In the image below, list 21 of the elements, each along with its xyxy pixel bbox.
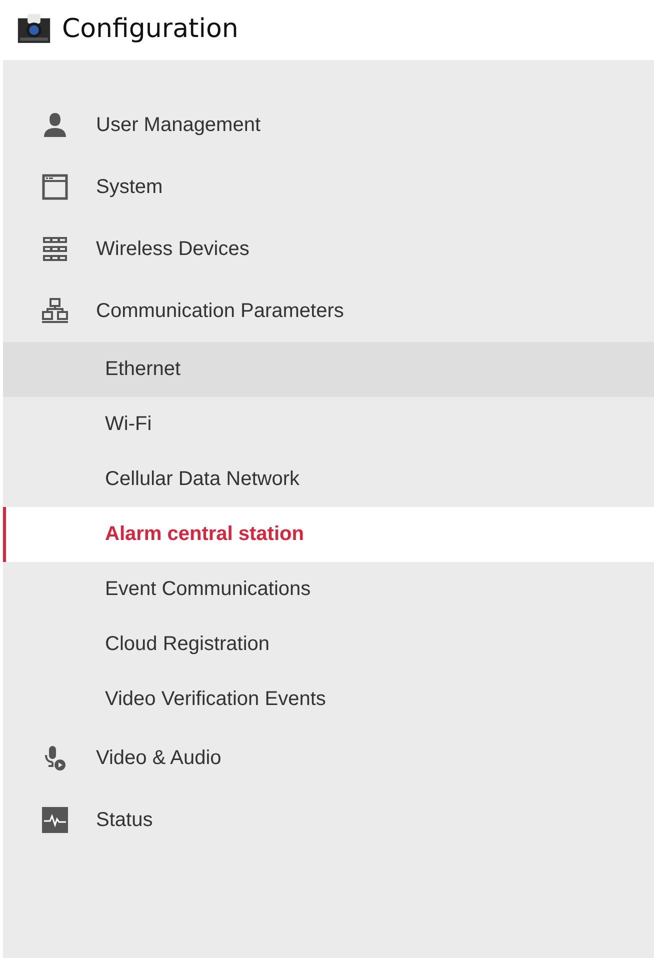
camera-icon — [16, 14, 52, 44]
menu-item[interactable]: Communication Parameters — [3, 280, 654, 342]
grid-icon — [42, 236, 68, 262]
menu-item[interactable]: Video & Audio — [3, 727, 654, 789]
menu-item[interactable]: Wireless Devices — [3, 218, 654, 280]
pulse-icon — [42, 807, 68, 833]
submenu-item[interactable]: Wi-Fi — [3, 397, 654, 452]
user-icon — [42, 112, 68, 138]
submenu-item[interactable]: Cellular Data Network — [3, 452, 654, 507]
microphone-icon — [42, 745, 68, 771]
submenu-item[interactable]: Ethernet — [3, 342, 654, 397]
submenu-item[interactable]: Event Communications — [3, 562, 654, 617]
submenu-item[interactable]: Cloud Registration — [3, 617, 654, 672]
window-icon — [42, 174, 68, 200]
submenu-item[interactable]: Video Verification Events — [3, 672, 654, 727]
menu-item[interactable]: System — [3, 156, 654, 218]
submenu-item[interactable]: Alarm central station — [3, 507, 654, 562]
page-title: Configuration — [62, 14, 238, 44]
menu-item[interactable]: Status — [3, 789, 654, 851]
network-icon — [42, 298, 68, 324]
menu-item[interactable]: User Management — [3, 94, 654, 156]
